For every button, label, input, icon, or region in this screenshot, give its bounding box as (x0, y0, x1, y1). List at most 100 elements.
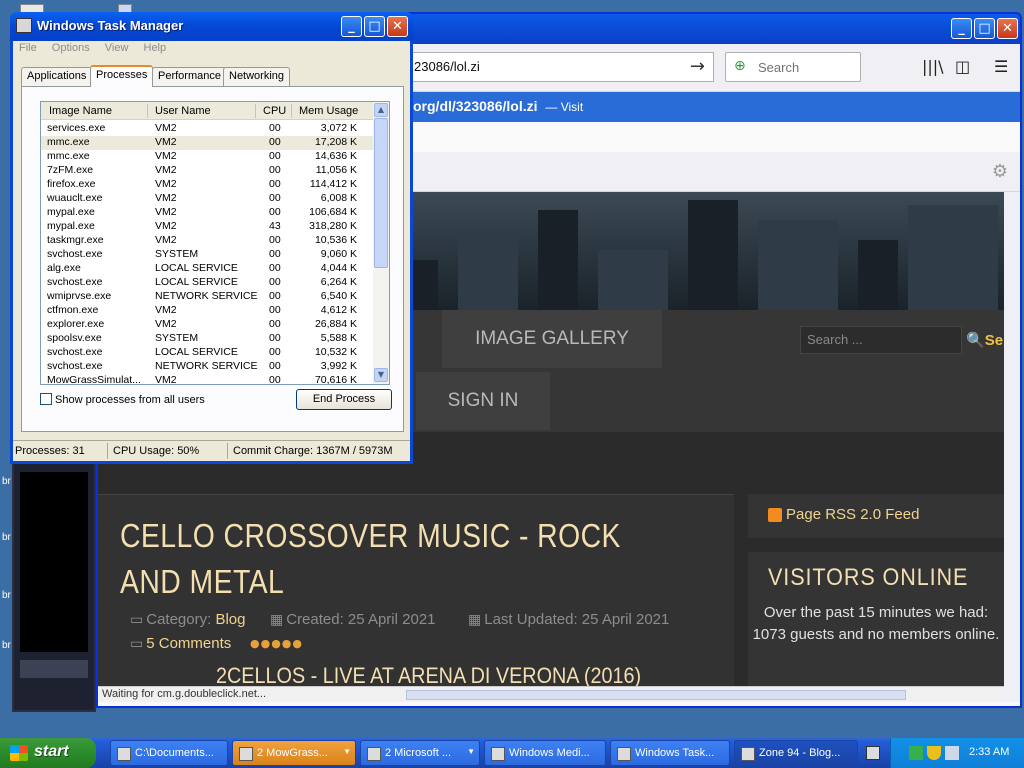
process-cpu: 00 (269, 290, 281, 302)
suggestion-visit: — Visit (545, 100, 584, 114)
process-name: taskmgr.exe (47, 234, 104, 246)
col-image-name[interactable]: Image Name (49, 105, 112, 117)
shield-icon[interactable] (927, 746, 941, 760)
address-text[interactable]: 23086/lol.zi (414, 59, 480, 74)
task-manager-window: Windows Task Manager _ □ ✕ File Options … (10, 12, 413, 464)
process-mem: 10,532 K (314, 346, 357, 358)
library-icon[interactable]: |||\ (922, 57, 944, 76)
process-name: spoolsv.exe (47, 332, 102, 344)
col-cpu[interactable]: CPU (263, 105, 286, 117)
taskbar-button[interactable]: 2 MowGrass... ▼ (232, 740, 356, 766)
menu-icon[interactable]: ☰ (994, 57, 1008, 76)
scroll-down-arrow[interactable]: ▼ (374, 368, 388, 382)
menu-image-gallery-label: IMAGE GALLERY (475, 328, 629, 349)
process-list-scrollbar[interactable]: ▲ ▼ (373, 102, 389, 384)
tab-networking[interactable]: Networking (223, 67, 291, 86)
show-all-users-checkbox[interactable]: Show processes from all users (40, 393, 205, 406)
task-manager-icon (16, 18, 32, 33)
vertical-scrollbar[interactable] (1004, 192, 1020, 702)
taskbar-button[interactable]: C:\Documents... (110, 740, 228, 766)
table-row[interactable]: 7zFM.exe VM2 00 11,056 K (41, 164, 375, 178)
table-row[interactable]: mypal.exe VM2 43 318,280 K (41, 220, 375, 234)
process-user: VM2 (155, 192, 177, 204)
process-name: wmiprvse.exe (47, 290, 112, 302)
suggestion-url: org/dl/323086/lol.zi — Visit (413, 98, 583, 114)
minimize-button[interactable]: _ (951, 18, 972, 39)
table-row[interactable]: services.exe VM2 00 3,072 K (41, 122, 375, 136)
scroll-up-arrow[interactable]: ▲ (374, 103, 388, 117)
table-row[interactable]: wuauclt.exe VM2 00 6,008 K (41, 192, 375, 206)
keyboard-icon[interactable] (866, 746, 880, 760)
process-name: svchost.exe (47, 276, 103, 288)
horizontal-scrollbar[interactable] (406, 690, 906, 700)
table-row[interactable]: wmiprvse.exe NETWORK SERVICE 00 6,540 K (41, 290, 375, 304)
maximize-button[interactable]: □ (364, 16, 385, 37)
process-list[interactable]: Image Name User Name CPU Mem Usage servi… (40, 101, 390, 385)
sidebar-icon[interactable]: ◫ (955, 57, 970, 76)
category-link[interactable]: Blog (215, 611, 245, 628)
process-user: VM2 (155, 150, 177, 162)
search-icon: ⊕ (734, 58, 746, 74)
search-input[interactable]: ⊕ Search (725, 52, 861, 82)
go-arrow-icon[interactable]: → (690, 56, 705, 77)
volume-icon[interactable] (945, 746, 959, 760)
tab-processes[interactable]: Processes (90, 65, 154, 87)
tab-performance[interactable]: Performance (152, 67, 227, 86)
close-button[interactable]: ✕ (997, 18, 1018, 39)
menu-file[interactable]: File (19, 42, 37, 54)
menu-options[interactable]: Options (52, 42, 90, 54)
gear-icon[interactable]: ⚙ (992, 161, 1008, 182)
taskbar-button[interactable]: Windows Task... (610, 740, 730, 766)
table-row[interactable]: spoolsv.exe SYSTEM 00 5,588 K (41, 332, 375, 346)
table-row[interactable]: firefox.exe VM2 00 114,412 K (41, 178, 375, 192)
site-search-input[interactable]: Search ... (800, 326, 962, 354)
col-mem-usage[interactable]: Mem Usage (299, 105, 358, 117)
article: CELLO CROSSOVER MUSIC - ROCK AND METAL ▭… (98, 494, 734, 686)
table-row[interactable]: taskmgr.exe VM2 00 10,536 K (41, 234, 375, 248)
checkbox-box[interactable] (40, 393, 52, 405)
process-mem: 318,280 K (309, 220, 357, 232)
tab-applications[interactable]: Applications (21, 67, 93, 86)
table-row[interactable]: ctfmon.exe VM2 00 4,612 K (41, 304, 375, 318)
table-row[interactable]: mmc.exe VM2 00 17,208 K (41, 136, 375, 150)
end-process-button[interactable]: End Process (296, 389, 392, 410)
minimize-button[interactable]: _ (341, 16, 362, 37)
table-row[interactable]: explorer.exe VM2 00 26,884 K (41, 318, 375, 332)
process-name: svchost.exe (47, 346, 103, 358)
menu-help[interactable]: Help (144, 42, 167, 54)
app-icon (239, 747, 253, 761)
table-row[interactable]: svchost.exe LOCAL SERVICE 00 6,264 K (41, 276, 375, 290)
scroll-thumb[interactable] (374, 118, 388, 268)
table-row[interactable]: MowGrassSimulat... VM2 00 70,616 K (41, 374, 375, 384)
article-comments[interactable]: ▭ 5 Comments (130, 635, 231, 652)
start-button[interactable]: start (0, 738, 96, 768)
task-manager-statusbar: Processes: 31 CPU Usage: 50% Commit Char… (13, 440, 410, 461)
media-app-window[interactable] (12, 462, 96, 712)
table-row[interactable]: svchost.exe LOCAL SERVICE 00 10,532 K (41, 346, 375, 360)
menu-sign-in[interactable]: SIGN IN (416, 372, 550, 430)
table-row[interactable]: alg.exe LOCAL SERVICE 00 4,044 K (41, 262, 375, 276)
table-row[interactable]: svchost.exe NETWORK SERVICE 00 3,992 K (41, 360, 375, 374)
close-button[interactable]: ✕ (387, 16, 408, 37)
rating-stars[interactable]: ●●●●● (250, 637, 303, 650)
menu-image-gallery[interactable]: IMAGE GALLERY (442, 310, 662, 368)
col-user-name[interactable]: User Name (155, 105, 211, 117)
table-row[interactable]: mmc.exe VM2 00 14,636 K (41, 150, 375, 164)
rss-feed-link[interactable]: Page RSS 2.0 Feed (768, 506, 919, 523)
table-row[interactable]: svchost.exe SYSTEM 00 9,060 K (41, 248, 375, 262)
taskbar-button[interactable]: Windows Medi... (484, 740, 606, 766)
comments-link[interactable]: 5 Comments (146, 635, 231, 652)
menu-view[interactable]: View (105, 42, 129, 54)
maximize-button[interactable]: □ (974, 18, 995, 39)
taskbar-button[interactable]: 2 Microsoft ... ▼ (360, 740, 480, 766)
site-search-button[interactable]: 🔍Se (966, 326, 1004, 354)
network-icon[interactable] (909, 746, 923, 760)
visitors-title: VISITORS ONLINE (768, 564, 969, 591)
media-controls[interactable] (20, 660, 88, 678)
clock[interactable]: 2:33 AM (969, 746, 1009, 758)
table-row[interactable]: mypal.exe VM2 00 106,684 K (41, 206, 375, 220)
taskbar-button-label: 2 Microsoft ... (385, 747, 452, 759)
task-manager-titlebar[interactable]: Windows Task Manager _ □ ✕ (10, 12, 413, 41)
article-created: ▦ Created: 25 April 2021 (270, 611, 436, 628)
taskbar-button[interactable]: Zone 94 - Blog... (734, 740, 858, 766)
